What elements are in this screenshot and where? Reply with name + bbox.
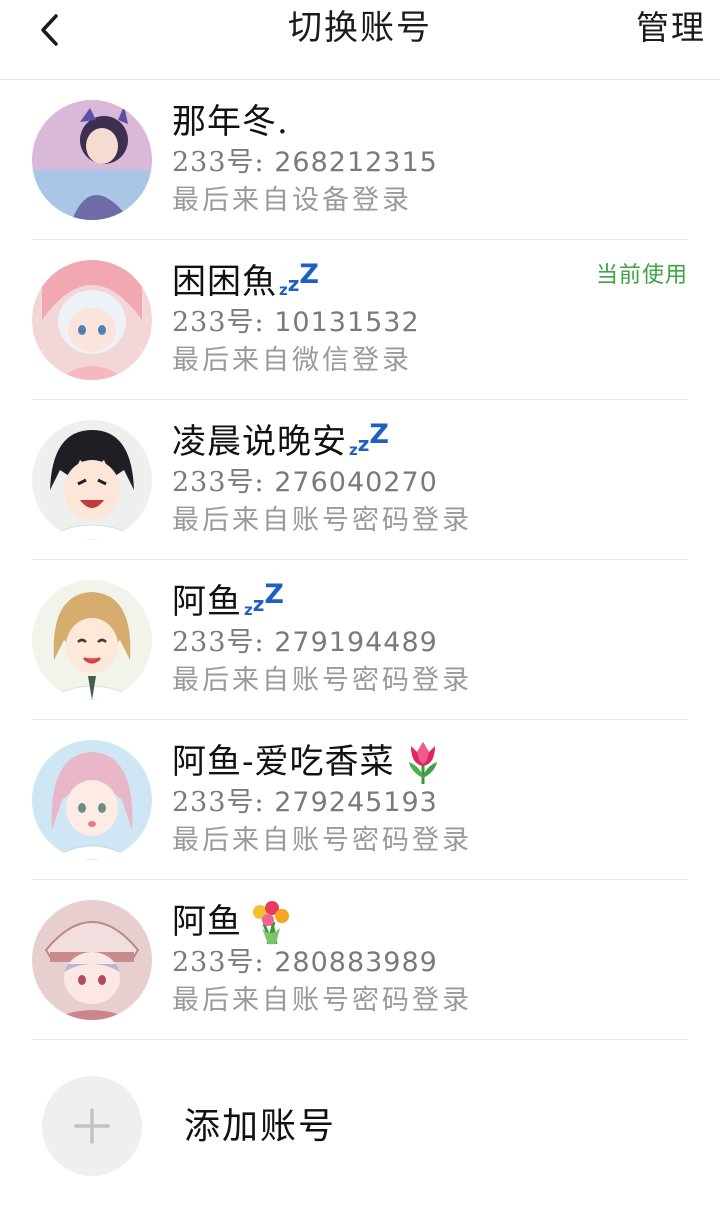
zzz-icon: zzZ bbox=[279, 259, 319, 299]
account-name: 阿鱼 bbox=[172, 898, 572, 946]
account-id-prefix: 233号: bbox=[172, 947, 265, 978]
account-id-value: 10131532 bbox=[274, 307, 420, 338]
add-account-button[interactable]: 添加账号 bbox=[0, 1047, 720, 1217]
login-source: 最后来自设备登录 bbox=[172, 185, 412, 216]
current-account-badge: 当前使用 bbox=[595, 263, 688, 288]
account-list: 那年冬. 233号: 268212315 最后来自设备登录 困困魚 zzZ 23… bbox=[0, 80, 720, 1040]
account-name: 阿鱼 zzZ bbox=[172, 580, 572, 624]
account-row[interactable]: 凌晨说晚安 zzZ 233号: 276040270 最后来自账号密码登录 bbox=[0, 400, 720, 560]
manage-button[interactable]: 管理 bbox=[636, 6, 706, 50]
account-id: 233号: 268212315 bbox=[172, 146, 572, 184]
account-name: 困困魚 zzZ bbox=[172, 260, 572, 304]
account-row[interactable]: 阿鱼-爱吃香菜 233号: 279245193 最后来自账号密码登录 bbox=[0, 720, 720, 880]
account-id-prefix: 233号: bbox=[172, 147, 265, 178]
login-source: 最后来自账号密码登录 bbox=[172, 665, 472, 696]
account-info: 凌晨说晚安 zzZ 233号: 276040270 最后来自账号密码登录 bbox=[172, 420, 572, 538]
avatar bbox=[32, 420, 152, 540]
avatar bbox=[32, 260, 152, 380]
bouquet-icon bbox=[246, 898, 294, 946]
account-id-prefix: 233号: bbox=[172, 627, 265, 658]
page-title: 切换账号 bbox=[288, 8, 432, 48]
account-name: 那年冬. bbox=[172, 100, 572, 144]
login-source: 最后来自账号密码登录 bbox=[172, 985, 472, 1016]
account-id: 233号: 276040270 bbox=[172, 466, 572, 504]
avatar bbox=[32, 100, 152, 220]
account-row[interactable]: 那年冬. 233号: 268212315 最后来自设备登录 bbox=[0, 80, 720, 240]
account-id-value: 268212315 bbox=[274, 147, 438, 178]
account-name-text: 阿鱼-爱吃香菜 bbox=[172, 742, 395, 782]
account-info: 阿鱼 233号: 280883989 最后来自账号密码登录 bbox=[172, 900, 572, 1018]
account-name: 阿鱼-爱吃香菜 bbox=[172, 740, 572, 784]
add-account-label: 添加账号 bbox=[184, 1106, 337, 1147]
account-id-value: 279245193 bbox=[274, 787, 438, 818]
add-account-circle[interactable] bbox=[42, 1076, 142, 1176]
account-name-text: 困困魚 bbox=[172, 262, 277, 302]
account-id: 233号: 280883989 bbox=[172, 946, 572, 984]
account-info: 困困魚 zzZ 233号: 10131532 最后来自微信登录 bbox=[172, 260, 572, 378]
account-name-text: 凌晨说晚安 bbox=[172, 422, 347, 462]
account-id: 233号: 279245193 bbox=[172, 786, 572, 824]
login-source: 最后来自账号密码登录 bbox=[172, 825, 472, 856]
zzz-icon: zzZ bbox=[349, 419, 389, 459]
account-name-text: 阿鱼 bbox=[172, 902, 242, 942]
account-id-prefix: 233号: bbox=[172, 307, 265, 338]
plus-icon bbox=[42, 1076, 142, 1176]
account-id-prefix: 233号: bbox=[172, 787, 265, 818]
account-id-value: 279194489 bbox=[274, 627, 438, 658]
account-info: 阿鱼-爱吃香菜 233号: 279245193 最后来自账号密码登录 bbox=[172, 740, 572, 858]
account-id: 233号: 279194489 bbox=[172, 626, 572, 664]
tulip-icon bbox=[399, 738, 447, 786]
account-id-value: 280883989 bbox=[274, 947, 438, 978]
account-id: 233号: 10131532 bbox=[172, 306, 572, 344]
account-id-prefix: 233号: bbox=[172, 467, 265, 498]
account-info: 阿鱼 zzZ 233号: 279194489 最后来自账号密码登录 bbox=[172, 580, 572, 698]
account-row[interactable]: 阿鱼 233号: 280883989 最后来自账号密码登录 bbox=[0, 880, 720, 1040]
zzz-icon: zzZ bbox=[244, 579, 284, 619]
account-name-text: 阿鱼 bbox=[172, 582, 242, 622]
login-source: 最后来自账号密码登录 bbox=[172, 505, 472, 536]
account-name: 凌晨说晚安 zzZ bbox=[172, 420, 572, 464]
account-row[interactable]: 阿鱼 zzZ 233号: 279194489 最后来自账号密码登录 bbox=[0, 560, 720, 720]
row-divider bbox=[32, 1039, 688, 1040]
account-name-text: 那年冬. bbox=[172, 102, 289, 142]
avatar bbox=[32, 580, 152, 700]
avatar bbox=[32, 740, 152, 860]
top-bar: 切换账号 管理 bbox=[0, 0, 720, 80]
account-info: 那年冬. 233号: 268212315 最后来自设备登录 bbox=[172, 100, 572, 218]
avatar bbox=[32, 900, 152, 1020]
account-id-value: 276040270 bbox=[274, 467, 438, 498]
login-source: 最后来自微信登录 bbox=[172, 345, 412, 376]
account-row[interactable]: 困困魚 zzZ 233号: 10131532 最后来自微信登录 当前使用 bbox=[0, 240, 720, 400]
